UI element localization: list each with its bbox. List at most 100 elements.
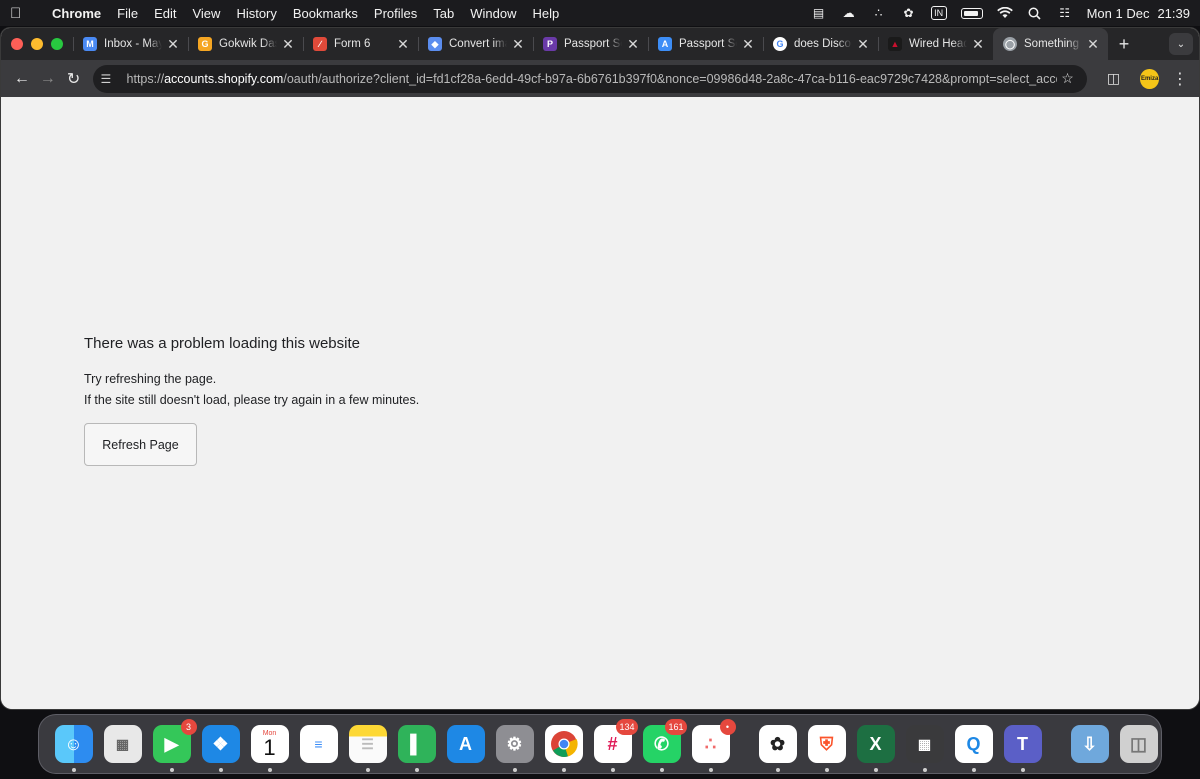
menu-tab[interactable]: Tab xyxy=(425,6,462,21)
safari-icon[interactable]: ❖ xyxy=(201,725,240,772)
running-indicator xyxy=(708,768,713,772)
tab-convert-image[interactable]: ◆ Convert imag ✕ xyxy=(418,28,533,60)
browser-toolbar: ← → ↻ ☰ https://accounts.shopify.com/oau… xyxy=(1,60,1199,97)
zoom-window-button[interactable] xyxy=(51,38,63,50)
brave-icon[interactable]: ⛨ xyxy=(807,725,846,772)
battery-icon[interactable] xyxy=(960,7,983,19)
tab-title: Passport Sev xyxy=(564,38,622,50)
apple-icon[interactable]:  xyxy=(10,5,32,22)
wifi-icon[interactable] xyxy=(996,6,1013,20)
running-indicator xyxy=(71,768,76,772)
whatsapp-icon[interactable]: ✆ 161 xyxy=(642,719,687,772)
creative-cloud-icon[interactable]: ☁ xyxy=(841,6,857,20)
tab-google-search[interactable]: G does Discour ✕ xyxy=(763,28,878,60)
menu-profiles[interactable]: Profiles xyxy=(366,6,425,21)
close-tab-icon[interactable]: ✕ xyxy=(281,36,295,53)
running-indicator xyxy=(218,768,223,772)
extensions-icon[interactable]: ◫ xyxy=(1101,65,1127,93)
calendar-icon[interactable]: Mon 1 xyxy=(250,725,289,772)
tab-something-went-wrong[interactable]: ◯ Something w ✕ xyxy=(993,28,1108,60)
site-info-icon[interactable]: ☰ xyxy=(101,72,121,86)
menu-file[interactable]: File xyxy=(109,6,146,21)
reminders-icon[interactable]: ≡ xyxy=(299,725,338,763)
menu-view[interactable]: View xyxy=(184,6,228,21)
dock: ☺ ▦ ▶ 3 ❖ Mon 1 ≡ ☰ ▌ A ⚙ #134 ✆ 161 ∴ • ✿ ⛨… xyxy=(38,714,1162,774)
tab-title: Passport Sev xyxy=(679,38,737,50)
facetime-icon[interactable]: ▶ 3 xyxy=(152,719,197,772)
gokwik-icon: G xyxy=(198,37,212,51)
teams-status-icon[interactable]: ▤ xyxy=(811,6,827,20)
close-tab-icon[interactable]: ✕ xyxy=(741,36,755,53)
tab-form-6[interactable]: ∕ Form 6 ✕ xyxy=(303,28,418,60)
tab-passport-seva-1[interactable]: P Passport Sev ✕ xyxy=(533,28,648,60)
refresh-page-button[interactable]: Refresh Page xyxy=(84,423,197,466)
tab-strip: M Inbox - Maya ✕ G Gokwik Dash ✕ ∕ Form … xyxy=(1,28,1199,60)
asana-icon[interactable]: ∴ • xyxy=(691,719,736,772)
excel-icon[interactable]: X xyxy=(856,725,895,772)
page-content: There was a problem loading this website… xyxy=(1,97,1199,709)
close-tab-icon[interactable]: ✕ xyxy=(856,36,870,53)
tab-inbox[interactable]: M Inbox - Maya ✕ xyxy=(73,28,188,60)
minimize-window-button[interactable] xyxy=(31,38,43,50)
clock-time: 21:39 xyxy=(1157,5,1190,21)
forward-button[interactable]: → xyxy=(35,65,61,93)
tab-title: Something w xyxy=(1024,38,1082,50)
control-center-icon[interactable]: ☷ xyxy=(1057,6,1073,20)
tab-gokwik-dashboard[interactable]: G Gokwik Dash ✕ xyxy=(188,28,303,60)
calculator-icon[interactable]: ▦ xyxy=(905,725,944,772)
quickq-icon[interactable]: Q xyxy=(954,725,993,772)
address-bar[interactable]: ☰ https://accounts.shopify.com/oauth/aut… xyxy=(92,64,1087,93)
close-tab-icon[interactable]: ✕ xyxy=(166,36,180,53)
bookmark-star-icon[interactable]: ☆ xyxy=(1057,70,1079,87)
form-icon: ∕ xyxy=(313,37,327,51)
finder-icon[interactable]: ☺ xyxy=(54,725,93,772)
menu-window[interactable]: Window xyxy=(462,6,524,21)
launchpad-icon[interactable]: ▦ xyxy=(103,725,142,763)
tab-title: Gokwik Dash xyxy=(219,38,277,50)
close-window-button[interactable] xyxy=(11,38,23,50)
chrome-icon[interactable] xyxy=(544,725,583,772)
close-tab-icon[interactable]: ✕ xyxy=(1086,36,1100,53)
tab-title: does Discour xyxy=(794,38,852,50)
url-text[interactable]: https://accounts.shopify.com/oauth/autho… xyxy=(127,72,1057,86)
tab-title: Convert imag xyxy=(449,38,507,50)
trash-icon[interactable]: ◫ xyxy=(1119,725,1158,763)
downloads-folder-icon[interactable]: ⇩ xyxy=(1070,725,1109,763)
profile-avatar[interactable]: Emiza xyxy=(1140,68,1159,89)
numbers-icon[interactable]: ▌ xyxy=(397,725,436,772)
chatgpt-icon[interactable]: ✿ xyxy=(758,725,797,772)
bartender-icon[interactable]: ∴ xyxy=(871,6,887,20)
menu-app-chrome[interactable]: Chrome xyxy=(44,6,109,21)
input-source-icon[interactable]: IN xyxy=(930,6,947,20)
teams-icon[interactable]: T xyxy=(1003,725,1042,772)
menu-help[interactable]: Help xyxy=(525,6,568,21)
slack-icon[interactable]: #134 xyxy=(593,719,638,772)
running-indicator xyxy=(414,768,419,772)
convert-icon: ◆ xyxy=(428,37,442,51)
reload-button[interactable]: ↻ xyxy=(61,65,87,93)
notes-icon[interactable]: ☰ xyxy=(348,725,387,772)
system-settings-icon[interactable]: ⚙ xyxy=(495,725,534,772)
menu-bar-status-area: ▤ ☁ ∴ ✿ IN ☷ Mon 1 Dec 21:39 xyxy=(811,6,1190,21)
close-tab-icon[interactable]: ✕ xyxy=(511,36,525,53)
tab-passport-seva-2[interactable]: A Passport Sev ✕ xyxy=(648,28,763,60)
menu-history[interactable]: History xyxy=(228,6,284,21)
running-indicator xyxy=(922,768,927,772)
tab-search-button[interactable]: ⌄ xyxy=(1169,33,1193,55)
back-button[interactable]: ← xyxy=(9,65,35,93)
tab-wired-headphones[interactable]: ▲ Wired Headp ✕ xyxy=(878,28,993,60)
close-tab-icon[interactable]: ✕ xyxy=(971,36,985,53)
spotlight-search-icon[interactable] xyxy=(1027,6,1043,20)
running-indicator xyxy=(561,768,566,772)
menu-bookmarks[interactable]: Bookmarks xyxy=(285,6,366,21)
close-tab-icon[interactable]: ✕ xyxy=(626,36,640,53)
error-title: There was a problem loading this website xyxy=(84,335,360,352)
new-tab-button[interactable]: + xyxy=(1110,34,1138,55)
menu-edit[interactable]: Edit xyxy=(146,6,184,21)
chatgpt-status-icon[interactable]: ✿ xyxy=(901,6,917,20)
menu-bar-clock[interactable]: Mon 1 Dec 21:39 xyxy=(1087,6,1190,21)
chrome-menu-icon[interactable]: ⋮ xyxy=(1169,69,1191,89)
app-store-icon[interactable]: A xyxy=(446,725,485,763)
notification-badge: 161 xyxy=(665,719,687,735)
close-tab-icon[interactable]: ✕ xyxy=(396,36,410,53)
